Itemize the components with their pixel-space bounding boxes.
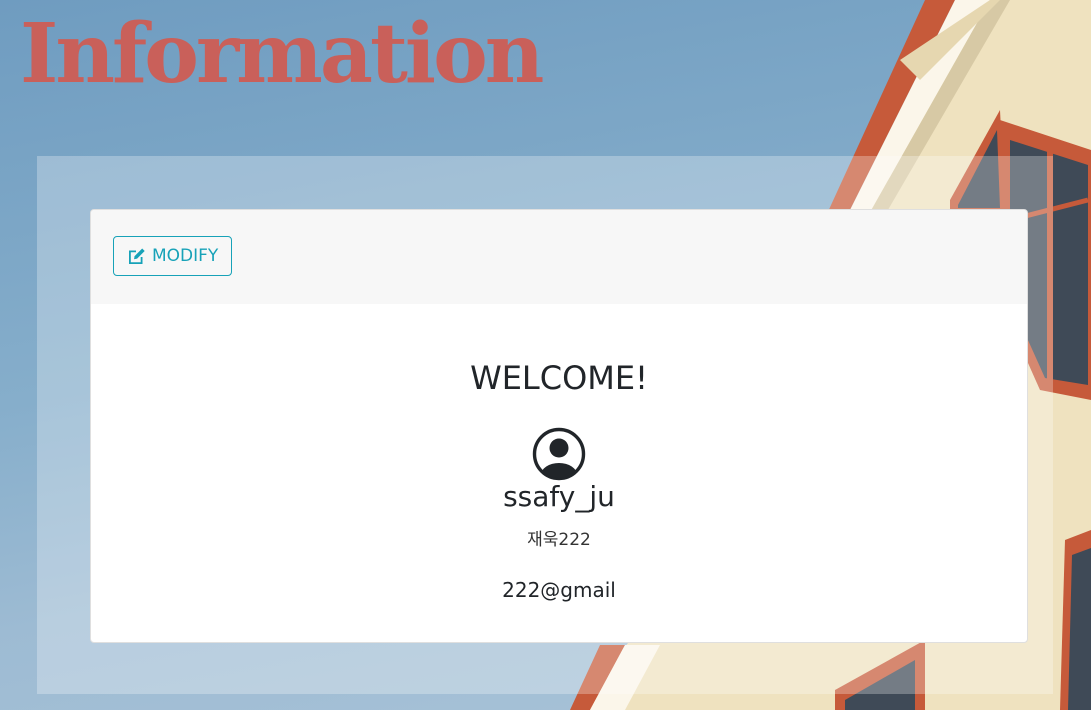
user-name: 재욱222 xyxy=(527,530,591,550)
card-body: WELCOME! ssafy_ju 재욱222 222@gmail xyxy=(91,304,1027,642)
username: ssafy_ju xyxy=(503,480,615,513)
page-title: Information xyxy=(20,6,544,102)
profile-card: MODIFY WELCOME! ssafy_ju 재욱222 222@gmail xyxy=(90,209,1028,643)
modify-button[interactable]: MODIFY xyxy=(113,236,233,276)
welcome-heading: WELCOME! xyxy=(470,359,648,397)
user-email: 222@gmail xyxy=(502,578,616,602)
person-circle-icon xyxy=(532,427,586,481)
card-header: MODIFY xyxy=(91,210,1027,304)
edit-icon xyxy=(126,246,146,266)
modify-button-label: MODIFY xyxy=(152,246,219,266)
